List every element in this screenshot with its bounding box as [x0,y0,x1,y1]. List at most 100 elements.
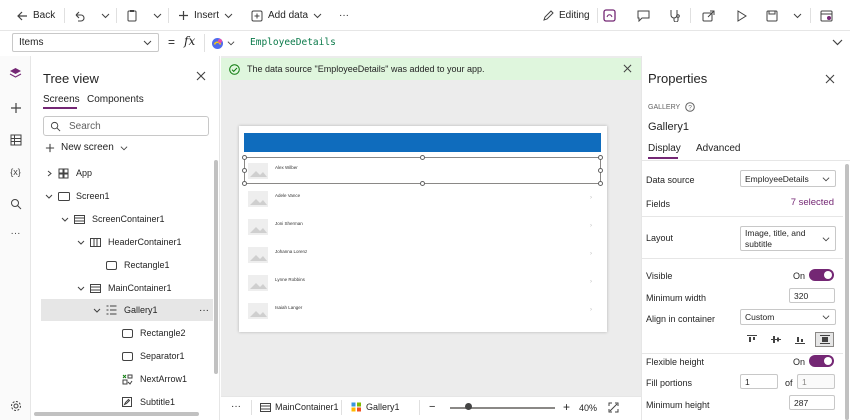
data-source-dropdown[interactable]: EmployeeDetails [740,170,836,187]
tab-advanced[interactable]: Advanced [696,143,740,154]
flexible-height-toggle[interactable] [809,355,834,367]
settings-rail-button[interactable] [8,398,23,413]
undo-button[interactable] [73,0,85,31]
insert-rail-button[interactable] [8,100,23,115]
undo-dropdown[interactable] [101,0,110,31]
align-stretch-button[interactable] [815,332,834,347]
more-commands-button[interactable]: ··· [339,0,349,31]
insert-button[interactable]: Insert [178,0,233,31]
more-rail-button[interactable]: ··· [8,226,23,241]
properties-scrollbar[interactable] [845,164,849,420]
tree-horizontal-scrollbar[interactable] [34,412,199,416]
min-height-input[interactable]: 287 [789,395,835,410]
align-value: Custom [745,312,775,322]
variables-icon[interactable]: {x} [8,164,23,179]
tree-node-app[interactable]: App [32,162,204,184]
editing-mode-button[interactable]: Editing [542,0,590,31]
gear-icon [10,400,21,411]
align-center-button[interactable] [766,332,785,347]
save-dropdown[interactable] [793,0,802,31]
tree-node-screen1[interactable]: Screen1 [32,185,204,207]
tree-node-rectangle2[interactable]: Rectangle2 [32,322,204,344]
zoom-out-button[interactable]: − [429,401,435,413]
data-rail-button[interactable] [8,132,23,147]
comments-button[interactable] [637,0,650,31]
property-dropdown[interactable]: Items [12,33,159,52]
gallery-item[interactable]: Isaiah Langer › [243,297,600,325]
resize-handle[interactable] [420,155,425,160]
gallery-item-title: Johanna Lorenz [275,249,308,254]
align-top-icon [746,335,757,342]
tree-search-input[interactable]: Search [43,116,209,136]
preview-button[interactable] [735,0,747,31]
align-end-button[interactable] [790,332,809,347]
tree-scrollbar[interactable] [214,160,218,374]
paste-dropdown[interactable] [153,0,162,31]
zoom-slider-thumb[interactable] [465,403,472,410]
tree-node-separator1[interactable]: Separator1 [32,345,204,367]
next-arrow-icon[interactable]: › [590,251,592,257]
resize-handle[interactable] [242,155,247,160]
breadcrumb-label: Gallery1 [366,402,400,412]
next-arrow-icon[interactable]: › [590,223,592,229]
layout-dropdown[interactable]: Image, title, and subtitle [740,226,836,251]
align-dropdown[interactable]: Custom [740,309,836,325]
tab-screens[interactable]: Screens [43,94,80,109]
tab-components[interactable]: Components [87,94,144,105]
next-arrow-icon[interactable]: › [590,279,592,285]
tree-node-maincontainer1[interactable]: MainContainer1 [32,277,204,299]
breadcrumb-maincontainer1[interactable]: MainContainer1 [260,402,339,412]
paste-button[interactable] [126,0,138,31]
zoom-level: 40% [579,403,598,413]
next-arrow-icon[interactable]: › [590,307,592,313]
close-tree-button[interactable] [196,71,206,81]
formula-input[interactable]: EmployeeDetails [247,33,822,53]
header-rectangle[interactable] [244,133,601,152]
min-width-input[interactable]: 320 [789,288,835,303]
copilot-button[interactable] [603,0,616,31]
resize-handle[interactable] [598,155,603,160]
tree-node-screencontainer1[interactable]: ScreenContainer1 [32,208,204,230]
tree-view-rail-button[interactable] [8,66,23,81]
control-name[interactable]: Gallery1 [648,121,689,133]
gallery-item[interactable]: Lynne Robbins › [243,269,600,297]
fields-edit-link[interactable]: 7 selected [791,197,834,208]
gallery-item[interactable]: Joni Sherman › [243,213,600,241]
node-more-button[interactable]: ··· [199,305,209,316]
next-arrow-icon[interactable]: › [590,195,592,201]
search-rail-button[interactable] [8,196,23,211]
save-button[interactable] [766,0,778,31]
share-button[interactable] [702,0,715,31]
pencil-icon [543,9,554,21]
close-icon[interactable] [623,64,632,73]
app-checker-button[interactable] [668,0,681,31]
add-data-button[interactable]: Add data [251,0,322,31]
zoom-in-button[interactable]: + [563,400,570,414]
tree-node-nextarrow1[interactable]: NextArrow1 [32,368,204,390]
visible-toggle[interactable] [809,269,834,281]
chevron-down-icon [45,194,53,199]
help-icon[interactable]: ? [685,102,695,112]
tree-node-headercontainer1[interactable]: HeaderContainer1 [32,231,204,253]
publish-button[interactable] [820,0,833,31]
tab-display[interactable]: Display [648,143,681,159]
resize-handle[interactable] [598,168,603,173]
resize-handle[interactable] [242,168,247,173]
fill-portions-input[interactable]: 1 [740,374,778,389]
new-screen-button[interactable]: New screen [45,142,128,153]
expand-formula-button[interactable] [832,38,843,47]
close-properties-button[interactable] [825,74,835,84]
gallery-item[interactable]: Adele Vance › [243,185,600,213]
data-source-label: Data source [646,175,695,185]
tree-node-subtitle1[interactable]: Subtitle1 [32,391,204,413]
tree-node-rectangle1[interactable]: Rectangle1 [32,254,204,276]
status-more-button[interactable]: ··· [231,401,241,412]
fit-to-window-button[interactable] [608,402,619,413]
back-button[interactable]: Back [16,0,55,31]
gallery-item[interactable]: Johanna Lorenz › [243,241,600,269]
copilot-formula-button[interactable] [204,34,240,52]
breadcrumb-gallery1[interactable]: Gallery1 [351,402,400,412]
align-start-button[interactable] [742,332,761,347]
tree-node-gallery1[interactable]: Gallery1 ··· [41,299,213,321]
back-label: Back [33,10,56,21]
